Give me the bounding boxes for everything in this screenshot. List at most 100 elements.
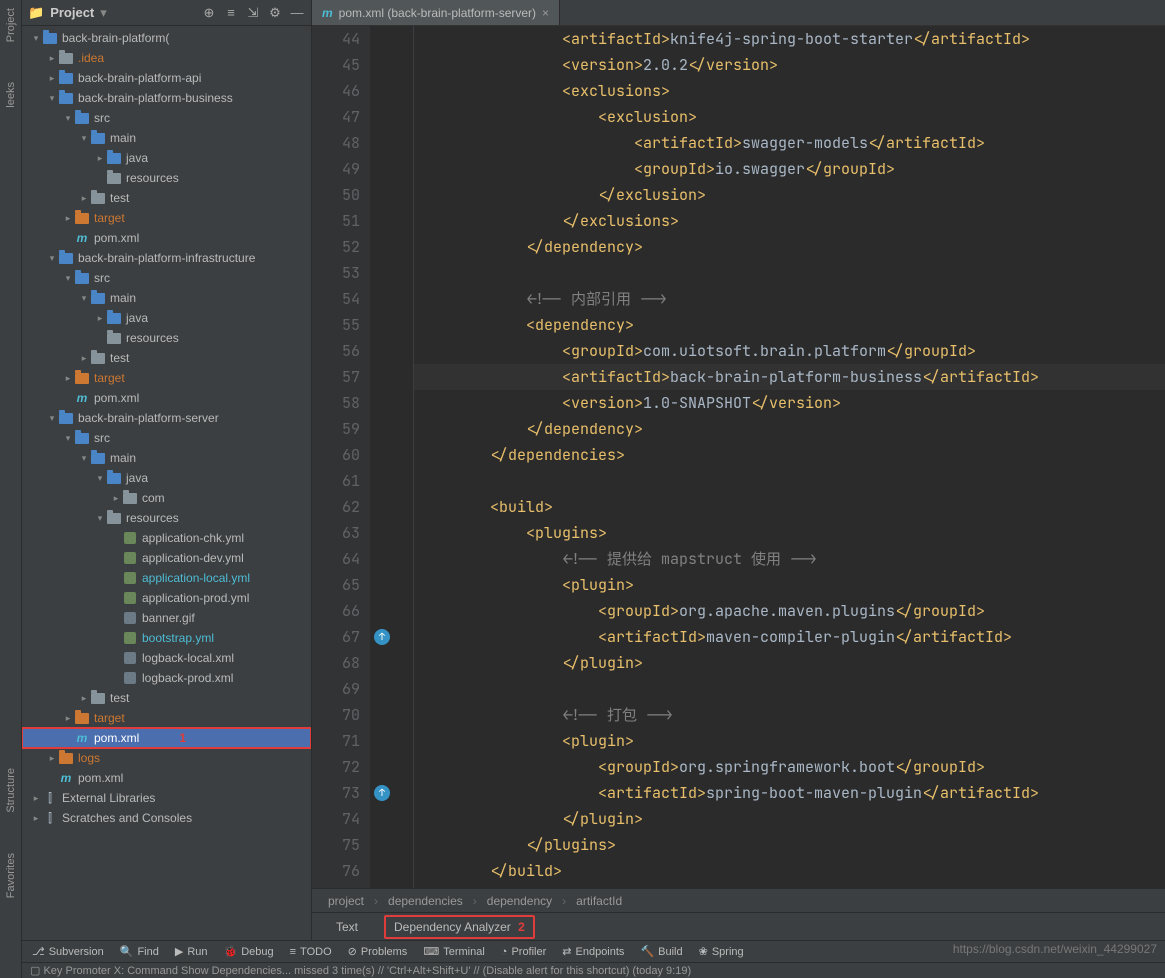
folder-icon — [90, 690, 106, 706]
tool-todo[interactable]: ≡TODO — [290, 946, 332, 958]
tree-item[interactable]: banner.gif — [22, 608, 311, 628]
tree-item[interactable]: mpom.xml1 — [22, 728, 311, 748]
tool-run[interactable]: ▶Run — [175, 945, 208, 958]
tree-item[interactable]: ▾java — [22, 468, 311, 488]
tree-item[interactable]: ▸back-brain-platform-api — [22, 68, 311, 88]
rail-tab-project[interactable]: Project — [5, 8, 17, 42]
tree-item[interactable]: ▸test — [22, 188, 311, 208]
maven-icon: m — [322, 6, 333, 20]
breadcrumb-item[interactable]: dependencies — [388, 894, 463, 908]
folder-icon — [122, 490, 138, 506]
tab-text[interactable]: Text — [328, 917, 366, 937]
tree-item[interactable]: ▸logs — [22, 748, 311, 768]
tool-spring[interactable]: ❀Spring — [699, 945, 744, 958]
maven-icon: m — [74, 730, 90, 746]
tree-item[interactable]: ▸target — [22, 368, 311, 388]
file-icon — [122, 650, 138, 666]
breadcrumb-item[interactable]: artifactId — [576, 894, 622, 908]
project-panel: 📁 Project ▾ ⊕ ≡ ⇲ ⚙ — ▾back-brain-platfo… — [22, 0, 312, 940]
tab-dependency-analyzer[interactable]: Dependency Analyzer 2 — [384, 915, 535, 939]
tree-item[interactable]: ▸⫿Scratches and Consoles — [22, 808, 311, 828]
marker-column: ↑↑ — [370, 26, 394, 888]
tree-item[interactable]: application-local.yml — [22, 568, 311, 588]
rail-tab-favorites[interactable]: Favorites — [5, 853, 17, 898]
tree-item[interactable]: mpom.xml — [22, 768, 311, 788]
gutter-marker-icon[interactable]: ↑ — [370, 780, 394, 806]
tree-item[interactable]: mpom.xml — [22, 388, 311, 408]
watermark: https://blog.csdn.net/weixin_44299027 — [953, 942, 1157, 956]
tree-item[interactable]: logback-prod.xml — [22, 668, 311, 688]
tree-item-label: application-local.yml — [142, 571, 250, 585]
tree-item[interactable]: ▾src — [22, 108, 311, 128]
tree-item[interactable]: ▸⫿External Libraries — [22, 788, 311, 808]
tree-item[interactable]: resources — [22, 328, 311, 348]
tree-item-label: target — [94, 371, 125, 385]
tree-item-label: application-prod.yml — [142, 591, 249, 605]
tree-item[interactable]: ▸test — [22, 688, 311, 708]
tree-item[interactable]: ▸com — [22, 488, 311, 508]
library-icon: ⫿ — [42, 790, 58, 806]
folder-icon — [58, 750, 74, 766]
tree-item[interactable]: application-chk.yml — [22, 528, 311, 548]
tree-item[interactable]: ▾main — [22, 448, 311, 468]
tree-item[interactable]: ▸.idea — [22, 48, 311, 68]
tree-item[interactable]: ▾main — [22, 128, 311, 148]
tree-item[interactable]: application-prod.yml — [22, 588, 311, 608]
tree-item-label: java — [126, 311, 148, 325]
tree-item-label: application-dev.yml — [142, 551, 244, 565]
tool-build[interactable]: 🔨Build — [640, 945, 682, 958]
tree-item[interactable]: ▾main — [22, 288, 311, 308]
tree-item[interactable]: ▾back-brain-platform-business — [22, 88, 311, 108]
minimize-icon[interactable]: — — [289, 5, 305, 21]
tool-terminal[interactable]: ⌨Terminal — [423, 945, 484, 958]
tree-item-label: com — [142, 491, 165, 505]
tree-item[interactable]: ▾src — [22, 428, 311, 448]
tree-item[interactable]: ▸java — [22, 308, 311, 328]
tree-item[interactable]: ▾back-brain-platform-infrastructure — [22, 248, 311, 268]
tree-item-label: java — [126, 151, 148, 165]
tree-item[interactable]: ▸target — [22, 208, 311, 228]
editor-tab-label: pom.xml (back-brain-platform-server) — [339, 6, 536, 20]
gutter-marker-icon[interactable]: ↑ — [370, 624, 394, 650]
breadcrumb[interactable]: project› dependencies› dependency› artif… — [312, 888, 1165, 912]
tree-item[interactable]: logback-local.xml — [22, 648, 311, 668]
tree-item[interactable]: application-dev.yml — [22, 548, 311, 568]
tool-profiler[interactable]: ◔Profiler — [501, 946, 547, 958]
close-icon[interactable]: × — [542, 6, 549, 20]
tool-problems[interactable]: ⊘Problems — [348, 945, 408, 958]
tree-item[interactable]: ▸test — [22, 348, 311, 368]
editor-tab-pom[interactable]: m pom.xml (back-brain-platform-server) × — [312, 0, 560, 25]
yaml-icon — [122, 550, 138, 566]
tree-item[interactable]: ▾back-brain-platform( — [22, 28, 311, 48]
tree-item[interactable]: ▸java — [22, 148, 311, 168]
tree-item[interactable]: mpom.xml — [22, 228, 311, 248]
tree-item[interactable]: bootstrap.yml — [22, 628, 311, 648]
rail-tab-structure[interactable]: Structure — [5, 768, 17, 813]
project-tree[interactable]: ▾back-brain-platform(▸.idea▸back-brain-p… — [22, 26, 311, 940]
folder-icon — [106, 510, 122, 526]
status-bar: ▢ Key Promoter X: Command Show Dependenc… — [22, 962, 1165, 978]
tool-subversion[interactable]: ⎇Subversion — [32, 945, 104, 958]
tool-endpoints[interactable]: ⇄Endpoints — [562, 945, 624, 958]
tree-item[interactable]: ▾resources — [22, 508, 311, 528]
tree-item-label: target — [94, 211, 125, 225]
tool-debug[interactable]: 🐞Debug — [224, 945, 274, 958]
tree-item[interactable]: ▾back-brain-platform-server — [22, 408, 311, 428]
tree-item[interactable]: ▸target — [22, 708, 311, 728]
code-editor[interactable]: 4445464748495051525354555657585960616263… — [312, 26, 1165, 888]
code-content[interactable]: <artifactId>knife4j-spring-boot-starter<… — [414, 26, 1165, 888]
folder-icon — [90, 290, 106, 306]
breadcrumb-item[interactable]: project — [328, 894, 364, 908]
breadcrumb-item[interactable]: dependency — [487, 894, 552, 908]
target-icon[interactable]: ⊕ — [201, 5, 217, 21]
sort-icon[interactable]: ≡ — [223, 5, 239, 21]
debug-icon: 🐞 — [224, 945, 238, 958]
rail-tab-leeks[interactable]: leeks — [5, 82, 17, 108]
tool-find[interactable]: 🔍Find — [120, 945, 159, 958]
tree-item[interactable]: ▾src — [22, 268, 311, 288]
tree-item[interactable]: resources — [22, 168, 311, 188]
expand-icon[interactable]: ⇲ — [245, 5, 261, 21]
tree-item-label: target — [94, 711, 125, 725]
gear-icon[interactable]: ⚙ — [267, 5, 283, 21]
todo-icon: ≡ — [290, 946, 296, 958]
